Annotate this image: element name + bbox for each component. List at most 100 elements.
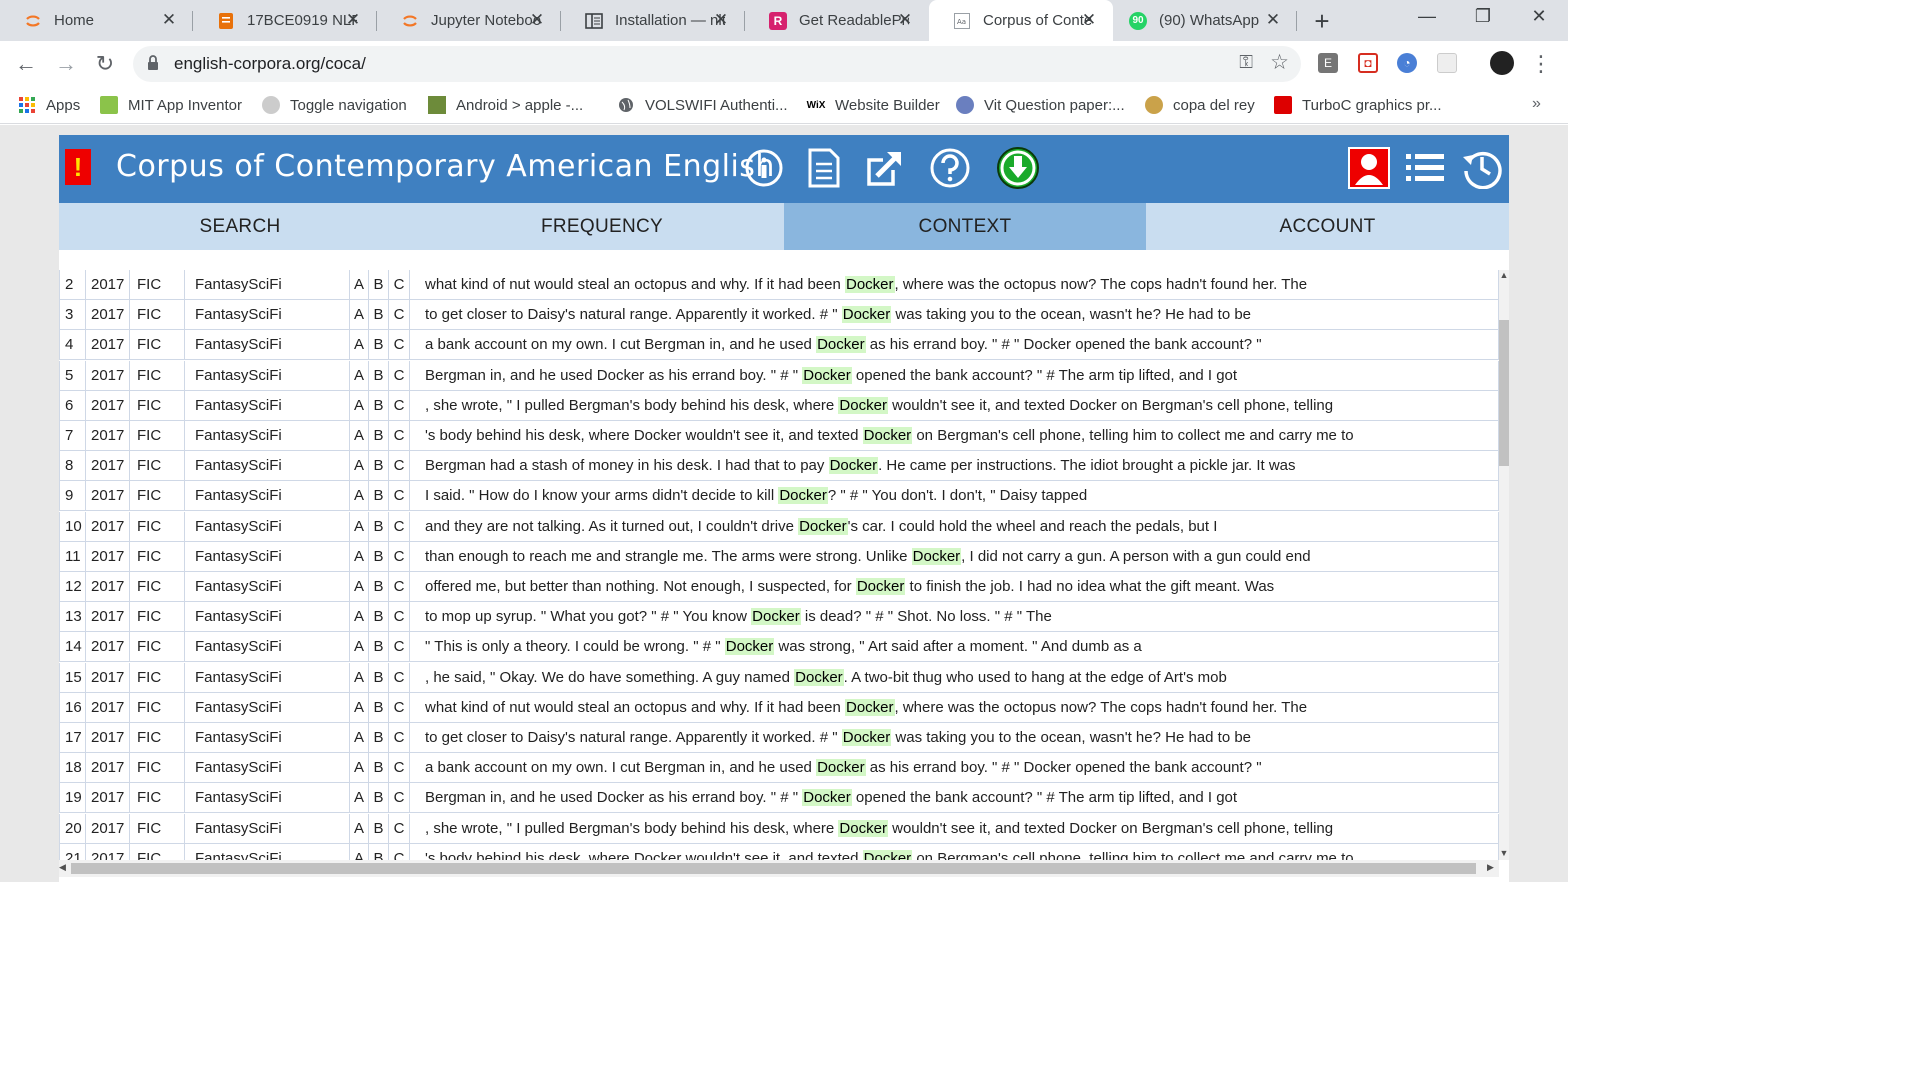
kebab-menu-icon[interactable]: ⋮: [1530, 51, 1552, 77]
keyword-highlight[interactable]: Docker: [841, 729, 892, 746]
close-icon[interactable]: ✕: [527, 10, 547, 30]
tab-context[interactable]: CONTEXT: [784, 203, 1146, 250]
expand-b-link[interactable]: B: [369, 300, 389, 331]
info-icon[interactable]: [741, 145, 787, 191]
expand-c-link[interactable]: C: [389, 451, 410, 482]
expand-a-link[interactable]: A: [350, 662, 369, 693]
tab-search[interactable]: SEARCH: [59, 203, 421, 250]
alert-icon[interactable]: !: [65, 149, 91, 185]
horizontal-scroll-thumb[interactable]: [71, 863, 1476, 874]
vertical-scroll-thumb[interactable]: [1499, 320, 1509, 466]
expand-b-link[interactable]: B: [369, 330, 389, 361]
keyword-highlight[interactable]: Docker: [794, 668, 844, 686]
expand-a-link[interactable]: A: [350, 572, 369, 602]
expand-a-link[interactable]: A: [350, 270, 369, 300]
expand-c-link[interactable]: C: [389, 813, 410, 844]
expand-b-link[interactable]: B: [369, 451, 389, 482]
keyword-highlight[interactable]: Docker: [751, 608, 801, 626]
expand-c-link[interactable]: C: [389, 270, 410, 300]
address-bar[interactable]: english-corpora.org/coca/ ⚿ ☆: [133, 46, 1301, 82]
close-window-button[interactable]: ✕: [1524, 6, 1554, 27]
user-account-icon[interactable]: [1346, 145, 1392, 191]
keyword-highlight[interactable]: Docker: [816, 759, 866, 777]
expand-b-link[interactable]: B: [369, 360, 389, 391]
close-icon[interactable]: ✕: [711, 10, 731, 30]
bookmark-star-icon[interactable]: ☆: [1270, 50, 1289, 75]
expand-a-link[interactable]: A: [350, 481, 369, 512]
expand-c-link[interactable]: C: [389, 692, 410, 723]
expand-c-link[interactable]: C: [389, 602, 410, 633]
back-button[interactable]: ←: [12, 51, 40, 77]
tab-installation[interactable]: Installation — nltk ✕: [561, 0, 745, 41]
scroll-up-arrow-icon[interactable]: ▲: [1499, 270, 1509, 280]
bookmark-android-apple[interactable]: Android > apple -...: [428, 87, 583, 123]
extension-circle-icon[interactable]: ◔: [1397, 53, 1417, 73]
expand-a-link[interactable]: A: [350, 843, 369, 860]
expand-b-link[interactable]: B: [369, 783, 389, 814]
keyword-highlight[interactable]: Docker: [816, 336, 866, 354]
scroll-left-arrow-icon[interactable]: ◀: [59, 862, 66, 873]
keyword-highlight[interactable]: Docker: [845, 276, 895, 293]
more-bookmarks-chevron-icon[interactable]: »: [1532, 95, 1541, 113]
bookmark-vit-question-paper[interactable]: Vit Question paper:...: [956, 87, 1125, 123]
expand-c-link[interactable]: C: [389, 481, 410, 512]
pocket-icon[interactable]: ◘: [1358, 53, 1378, 73]
keyword-highlight[interactable]: Docker: [855, 578, 906, 595]
keyword-highlight[interactable]: Docker: [778, 487, 828, 505]
tab-home[interactable]: Home ✕: [0, 0, 193, 41]
keyword-highlight[interactable]: Docker: [862, 849, 913, 860]
expand-a-link[interactable]: A: [350, 753, 369, 784]
expand-a-link[interactable]: A: [350, 541, 369, 572]
history-icon[interactable]: [1459, 145, 1505, 191]
expand-c-link[interactable]: C: [389, 662, 410, 693]
restore-button[interactable]: ❐: [1468, 6, 1498, 27]
key-icon[interactable]: ⚿: [1239, 52, 1253, 73]
expand-c-link[interactable]: C: [389, 723, 410, 753]
expand-c-link[interactable]: C: [389, 511, 410, 542]
bookmark-turboc-graphics[interactable]: TurboC graphics pr...: [1274, 87, 1442, 123]
expand-a-link[interactable]: A: [350, 360, 369, 391]
scroll-right-arrow-icon[interactable]: ▶: [1487, 862, 1494, 873]
vertical-scrollbar[interactable]: ▲ ▼: [1499, 270, 1509, 860]
bookmark-mit-app-inventor[interactable]: MIT App Inventor: [100, 87, 242, 123]
expand-b-link[interactable]: B: [369, 632, 389, 663]
tab-nlp[interactable]: 17BCE0919 NLP ✕: [193, 0, 377, 41]
list-icon[interactable]: [1402, 145, 1448, 191]
expand-b-link[interactable]: B: [369, 541, 389, 572]
keyword-highlight[interactable]: Docker: [724, 638, 775, 656]
keyword-highlight[interactable]: Docker: [838, 819, 888, 837]
forward-button[interactable]: →: [52, 51, 80, 77]
bookmark-copa-del-rey[interactable]: copa del rey: [1145, 87, 1255, 123]
keyword-highlight[interactable]: Docker: [802, 366, 852, 384]
expand-b-link[interactable]: B: [369, 270, 389, 300]
expand-b-link[interactable]: B: [369, 843, 389, 860]
help-icon[interactable]: [927, 145, 973, 191]
horizontal-scrollbar[interactable]: ◀ ▶: [59, 860, 1499, 877]
document-icon[interactable]: [801, 145, 847, 191]
keyword-highlight[interactable]: Docker: [798, 517, 848, 535]
keyword-highlight[interactable]: Docker: [862, 427, 913, 444]
expand-c-link[interactable]: C: [389, 541, 410, 572]
bookmark-toggle-navigation[interactable]: Toggle navigation: [262, 87, 407, 123]
expand-b-link[interactable]: B: [369, 723, 389, 753]
expand-a-link[interactable]: A: [350, 300, 369, 331]
tab-jupyter[interactable]: Jupyter Notebook ✕: [377, 0, 561, 41]
new-tab-button[interactable]: +: [1310, 6, 1334, 37]
profile-avatar[interactable]: [1490, 51, 1514, 75]
keyword-highlight[interactable]: Docker: [802, 789, 852, 807]
expand-a-link[interactable]: A: [350, 421, 369, 451]
expand-a-link[interactable]: A: [350, 390, 369, 421]
expand-c-link[interactable]: C: [389, 421, 410, 451]
expand-b-link[interactable]: B: [369, 390, 389, 421]
expand-b-link[interactable]: B: [369, 421, 389, 451]
download-icon[interactable]: [995, 145, 1041, 191]
tab-coca[interactable]: Aa Corpus of Contemporary ✕: [929, 0, 1113, 41]
expand-c-link[interactable]: C: [389, 390, 410, 421]
close-icon[interactable]: ✕: [1263, 10, 1283, 30]
expand-b-link[interactable]: B: [369, 572, 389, 602]
expand-b-link[interactable]: B: [369, 813, 389, 844]
scroll-down-arrow-icon[interactable]: ▼: [1499, 848, 1509, 858]
expand-c-link[interactable]: C: [389, 753, 410, 784]
expand-b-link[interactable]: B: [369, 662, 389, 693]
close-icon[interactable]: ✕: [895, 10, 915, 30]
